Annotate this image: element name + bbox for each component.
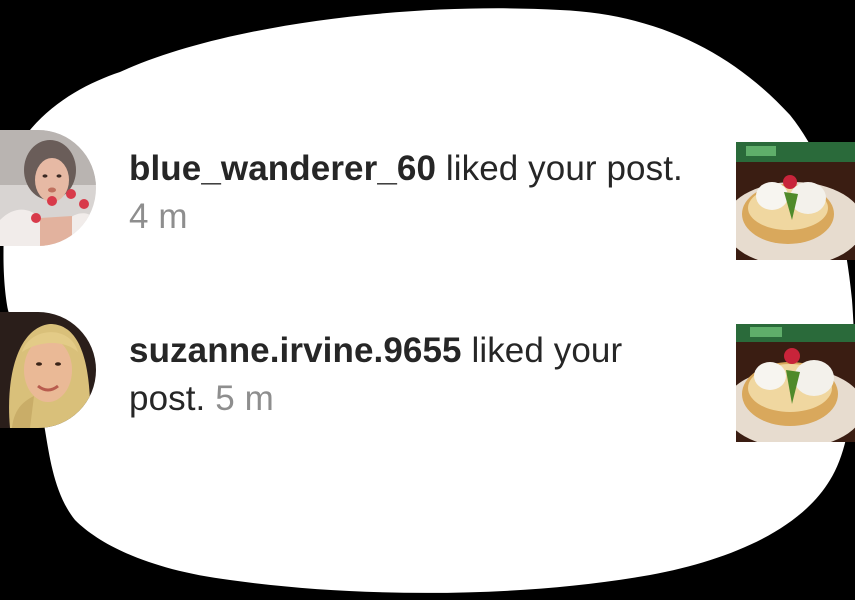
notification-line: suzanne.irvine.9655 liked your bbox=[129, 327, 709, 375]
notification-row[interactable]: suzanne.irvine.9655 liked your post. 5 m bbox=[0, 312, 855, 442]
timestamp: 4 m bbox=[129, 197, 188, 236]
post-thumbnail[interactable] bbox=[736, 324, 855, 442]
background-card bbox=[3, 8, 855, 593]
notification-line: blue_wanderer_60 liked your post. bbox=[129, 145, 709, 193]
username[interactable]: suzanne.irvine.9655 bbox=[129, 331, 462, 370]
timestamp: 5 m bbox=[215, 379, 274, 418]
timestamp-line: 4 m bbox=[129, 193, 709, 241]
activity-screenshot: blue_wanderer_60 liked your post. 4 m su… bbox=[0, 0, 855, 600]
notification-text: suzanne.irvine.9655 liked your post. 5 m bbox=[129, 327, 709, 423]
notification-row[interactable]: blue_wanderer_60 liked your post. 4 m bbox=[0, 130, 855, 260]
username[interactable]: blue_wanderer_60 bbox=[129, 149, 436, 188]
action-text: liked your bbox=[471, 331, 623, 370]
action-text: liked your post. bbox=[445, 149, 683, 188]
notification-text: blue_wanderer_60 liked your post. 4 m bbox=[129, 145, 709, 241]
avatar[interactable] bbox=[0, 130, 96, 246]
post-thumbnail[interactable] bbox=[736, 142, 855, 260]
avatar[interactable] bbox=[0, 312, 96, 428]
action-text-continued: post. bbox=[129, 379, 206, 418]
notification-line: post. 5 m bbox=[129, 375, 709, 423]
